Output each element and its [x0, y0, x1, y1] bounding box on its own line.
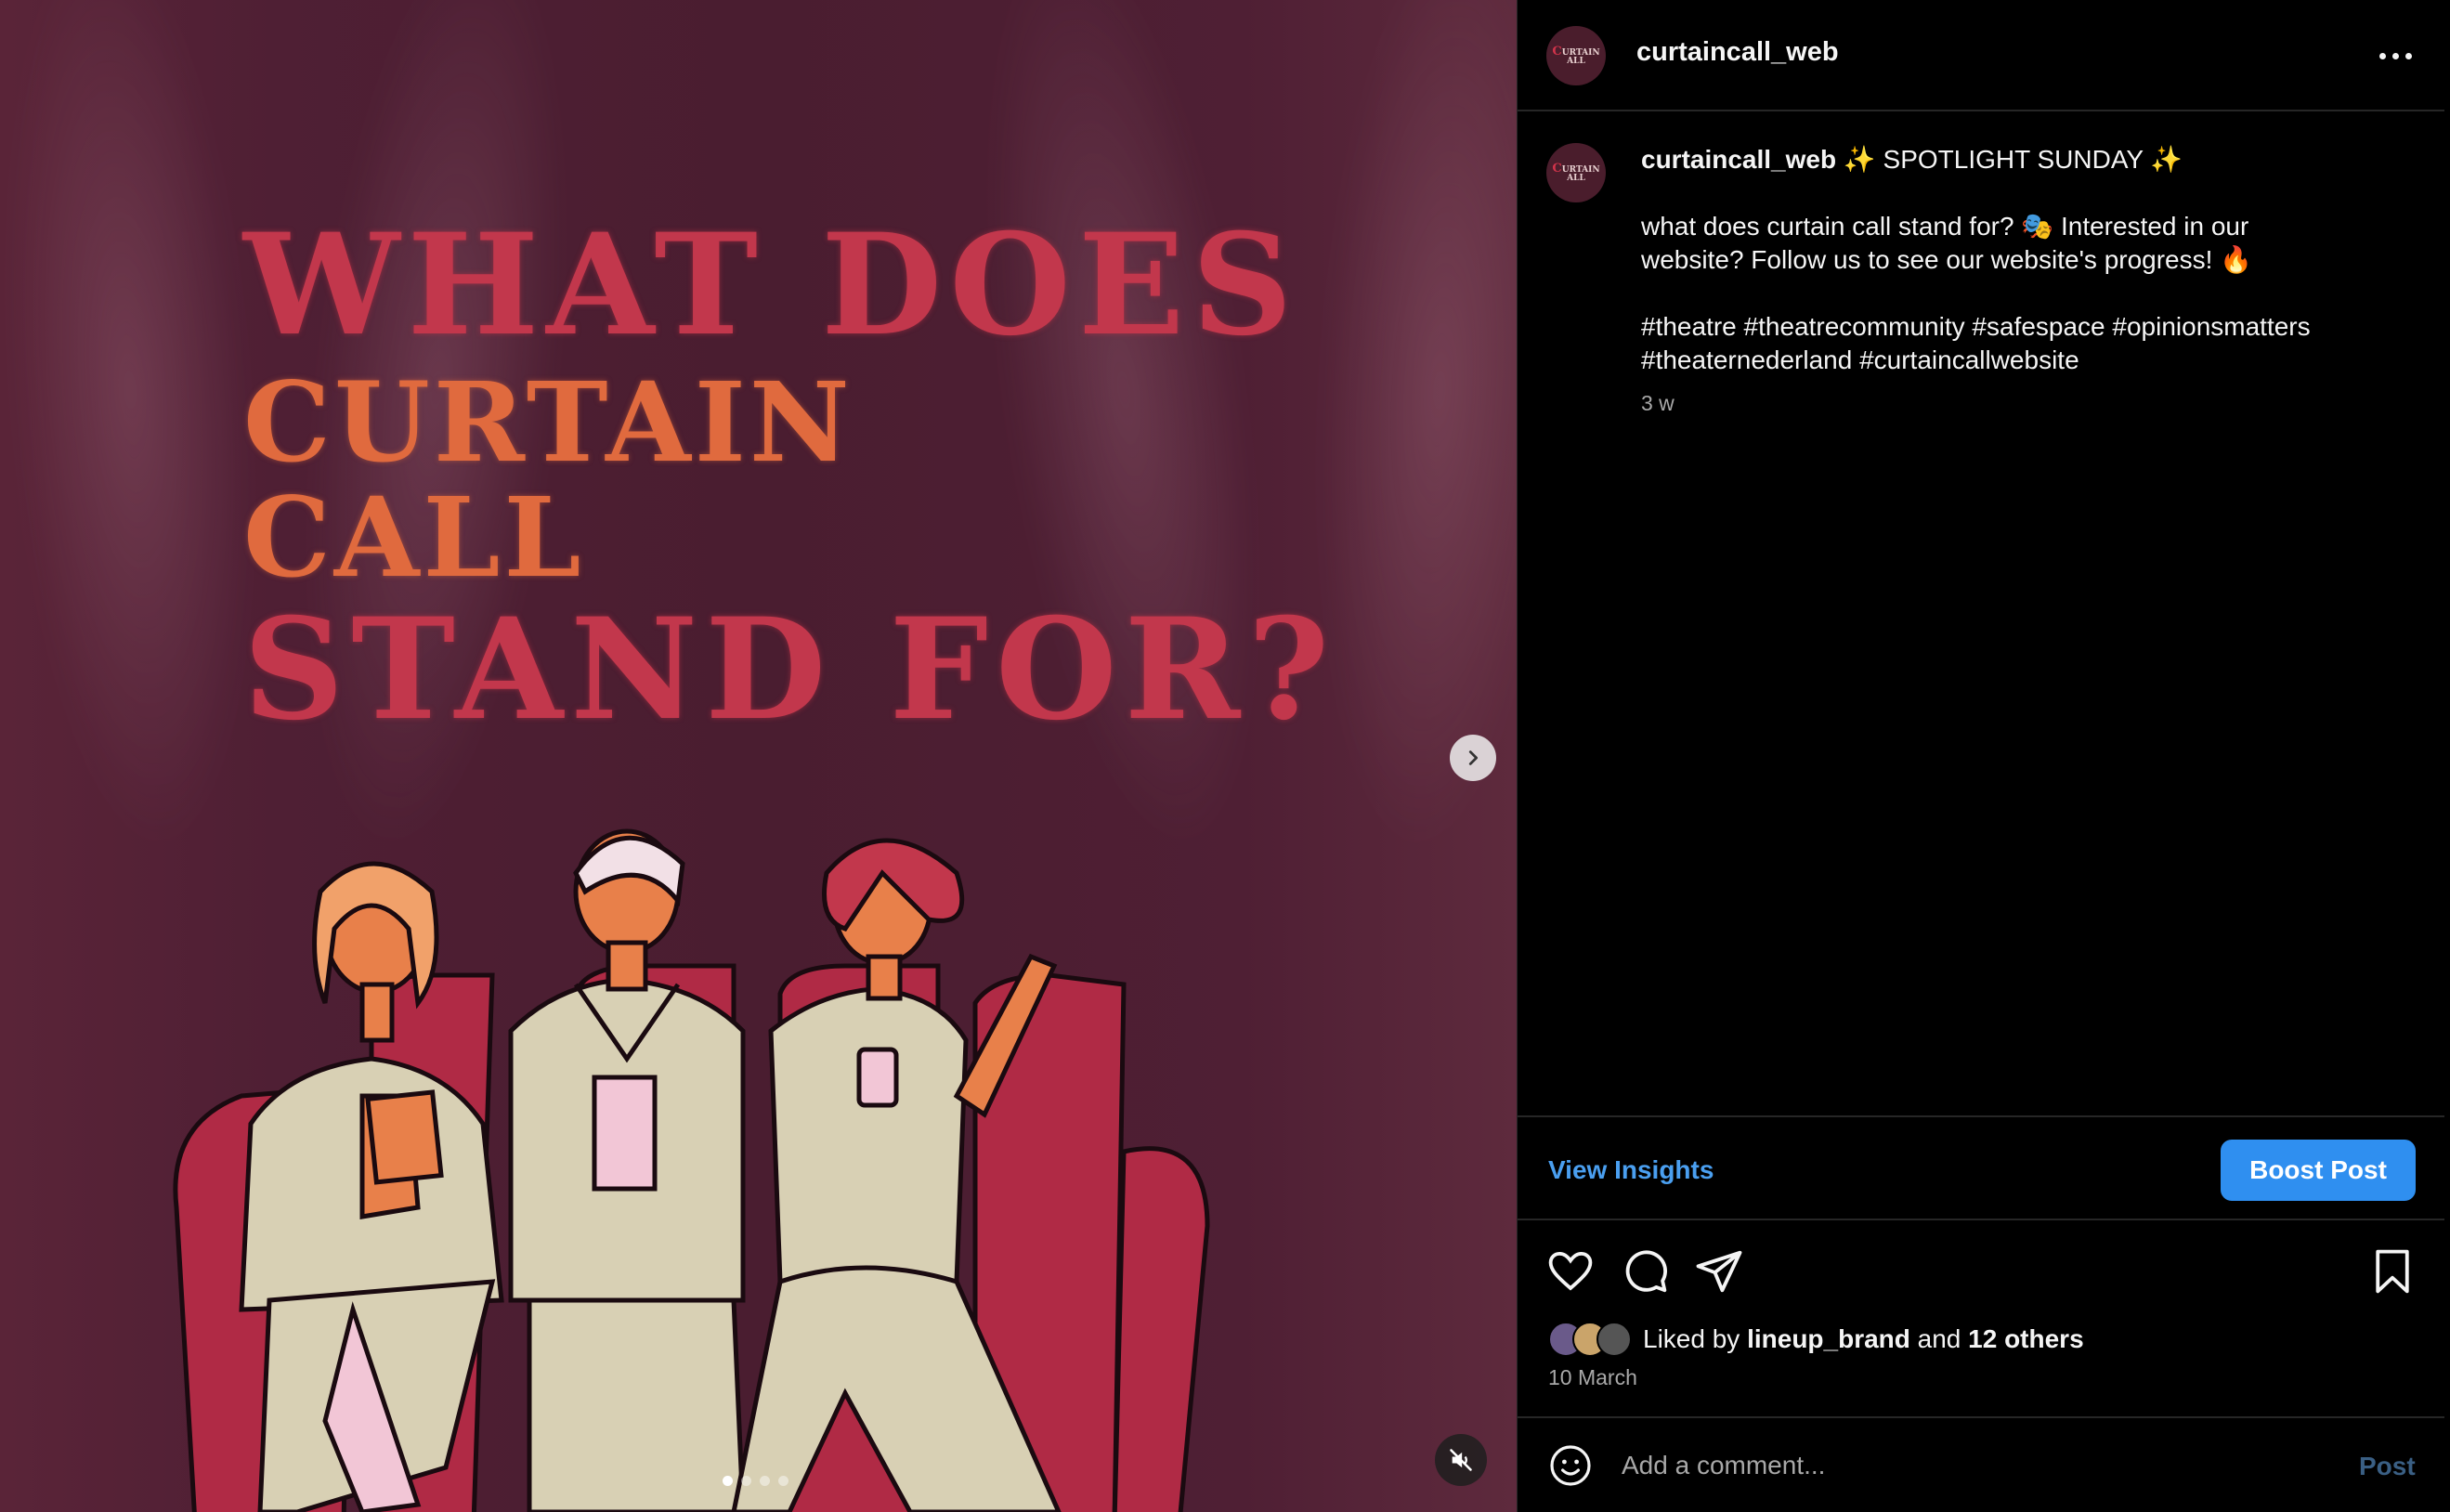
headline-line-2: CURTAIN — [243, 358, 854, 487]
share-icon — [1696, 1250, 1742, 1293]
media-headline: WHAT DOES CURTAIN CALL STAND FOR? — [243, 215, 1336, 739]
save-button[interactable] — [2367, 1246, 2417, 1297]
post-date[interactable]: 10 March — [1548, 1365, 1637, 1390]
insights-bar: View Insights Boost Post — [1518, 1115, 2444, 1220]
liker-avatars[interactable] — [1548, 1322, 1632, 1357]
emoji-icon — [1550, 1445, 1591, 1486]
mute-icon — [1450, 1449, 1472, 1471]
audience-illustration — [173, 828, 1210, 1512]
heart-icon — [1548, 1251, 1593, 1291]
carousel-dot — [760, 1476, 770, 1486]
caption-timestamp[interactable]: 3 w — [1641, 386, 2421, 420]
headline-line-3: CALL — [243, 473, 585, 602]
carousel-next-button[interactable] — [1450, 735, 1496, 781]
more-icon-dot — [2392, 53, 2399, 59]
caption-hashtags[interactable]: #theatre #theatrecommunity #safespace #o… — [1641, 310, 2384, 377]
mute-button[interactable] — [1435, 1434, 1487, 1486]
header-username[interactable]: curtaincall_web — [1636, 37, 1839, 68]
post-media[interactable]: WHAT DOES CURTAIN CALL STAND FOR? — [0, 0, 1517, 1512]
carousel-indicator — [723, 1476, 788, 1486]
liked-by-user-link[interactable]: lineup_brand — [1747, 1324, 1910, 1354]
caption-title: ✨ SPOTLIGHT SUNDAY ✨ — [1843, 145, 2183, 174]
more-icon-dot — [2405, 53, 2412, 59]
chevron-right-icon — [1468, 750, 1479, 765]
likes-prefix: Liked by — [1643, 1324, 1740, 1353]
likes-others-link[interactable]: 12 others — [1968, 1324, 2084, 1354]
comment-icon — [1625, 1250, 1667, 1293]
brand-logo-icon: CURTAIN ALL — [1552, 45, 1600, 66]
caption-body: what does curtain call stand for? 🎭 Inte… — [1641, 212, 2253, 274]
caption-avatar[interactable]: CURTAIN ALL — [1546, 143, 1606, 202]
caption-username[interactable]: curtaincall_web — [1641, 145, 1836, 174]
view-insights-link[interactable]: View Insights — [1548, 1155, 1714, 1185]
spotlight-beam — [0, 0, 283, 862]
brand-logo-icon: CURTAIN ALL — [1552, 162, 1600, 183]
likes-and: and — [1917, 1324, 1961, 1353]
headline-line-1: WHAT DOES — [243, 203, 1300, 367]
action-bar — [1518, 1239, 2444, 1304]
boost-post-button[interactable]: Boost Post — [2221, 1140, 2416, 1201]
comment-composer: Post — [1518, 1416, 2444, 1512]
headline-line-4: STAND FOR? — [243, 588, 1337, 751]
more-options-button[interactable] — [2376, 37, 2422, 74]
share-button[interactable] — [1694, 1246, 1744, 1297]
post-header: CURTAIN ALL curtaincall_web — [1518, 0, 2444, 111]
avatar — [1596, 1322, 1632, 1357]
avatar[interactable]: CURTAIN ALL — [1546, 26, 1606, 85]
likes-summary: Liked by lineup_brand and 12 others — [1548, 1322, 2084, 1357]
emoji-button[interactable] — [1548, 1443, 1593, 1488]
more-icon — [2379, 53, 2386, 59]
comment-input[interactable] — [1622, 1439, 2300, 1492]
bookmark-icon — [2376, 1249, 2409, 1294]
carousel-dot — [723, 1476, 733, 1486]
like-button[interactable] — [1545, 1246, 1596, 1297]
comment-button[interactable] — [1620, 1246, 1670, 1297]
carousel-dot — [778, 1476, 788, 1486]
post-details-panel: CURTAIN ALL curtaincall_web CURTAIN ALL cu… — [1517, 0, 2450, 1512]
post-comment-button[interactable]: Post — [2359, 1452, 2416, 1481]
post-caption: curtaincall_web ✨ SPOTLIGHT SUNDAY ✨ wha… — [1641, 143, 2421, 420]
carousel-dot — [741, 1476, 751, 1486]
